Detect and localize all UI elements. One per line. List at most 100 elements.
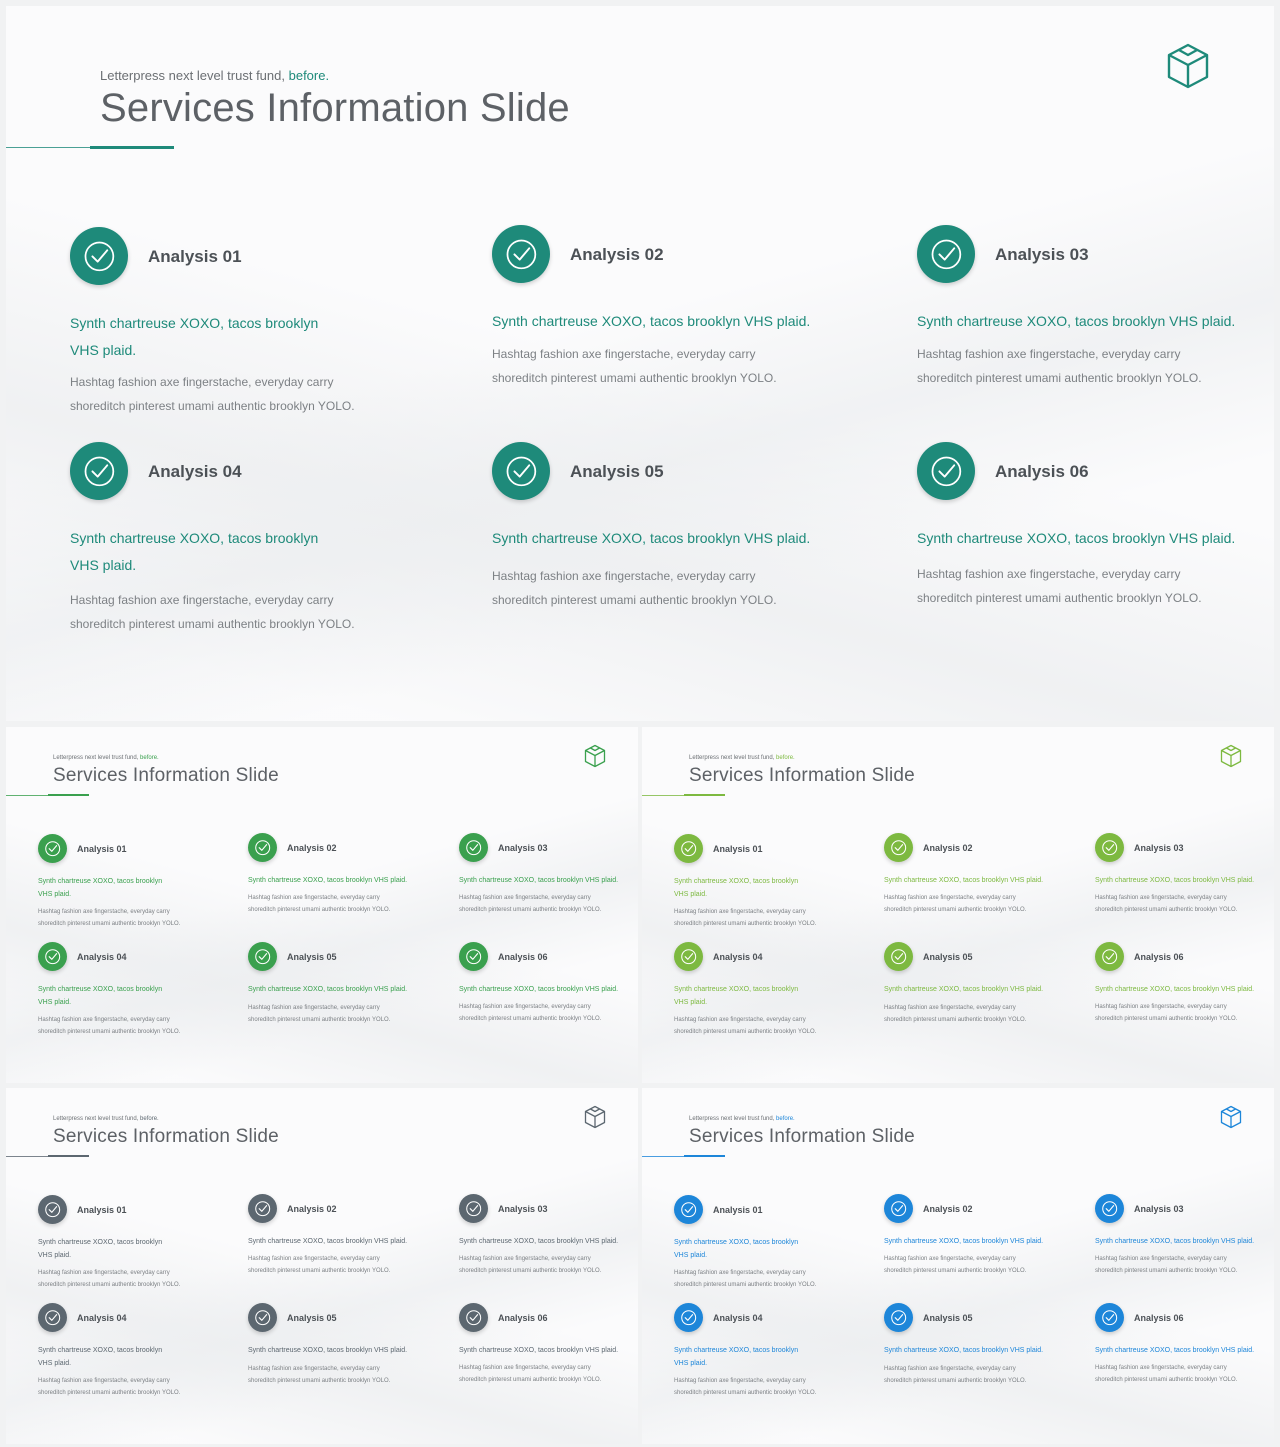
service-card-4: Analysis 04 Synth chartreuse XOXO, tacos… (38, 942, 188, 1047)
title-divider (642, 795, 684, 796)
service-card-6: Analysis 06 Synth chartreuse XOXO, tacos… (1095, 942, 1254, 1047)
service-card-4: Analysis 04 Synth chartreuse XOXO, tacos… (38, 1303, 188, 1408)
title-accent-bar (684, 1155, 725, 1157)
card-title: Analysis 02 (287, 1204, 337, 1214)
card-title: Analysis 01 (713, 1205, 763, 1215)
check-circle-icon (38, 1195, 67, 1224)
card-lead: Synth chartreuse XOXO, tacos brooklyn VH… (459, 986, 619, 993)
title-divider (6, 795, 48, 796)
card-lead: Synth chartreuse XOXO, tacos brooklyn VH… (884, 877, 1044, 884)
card-lead: Synth chartreuse XOXO, tacos brooklyn VH… (459, 1238, 619, 1245)
card-body: Hashtag fashion axe fingerstache, everyd… (459, 1256, 602, 1274)
slide-subtitle: Letterpress next level trust fund, befor… (100, 68, 330, 83)
check-circle-icon (492, 442, 550, 500)
service-card-3: Analysis 03 Synth chartreuse XOXO, tacos… (459, 1194, 618, 1299)
card-body: Hashtag fashion axe fingerstache, everyd… (459, 1004, 602, 1022)
check-circle-icon (248, 942, 277, 971)
card-body: Hashtag fashion axe fingerstache, everyd… (674, 1270, 817, 1288)
card-body: Hashtag fashion axe fingerstache, everyd… (248, 895, 391, 913)
check-circle-icon (70, 227, 128, 285)
check-circle-icon (674, 1195, 703, 1224)
card-lead: Synth chartreuse XOXO, tacos brooklyn VH… (38, 878, 163, 898)
slide-teal[interactable]: Letterpress next level trust fund, befor… (6, 6, 1274, 721)
title-accent-bar (48, 794, 89, 796)
card-title: Analysis 03 (1134, 843, 1184, 853)
check-circle-icon (917, 442, 975, 500)
slide-blue[interactable]: Letterpress next level trust fund, befor… (642, 1088, 1274, 1444)
check-circle-icon (674, 834, 703, 863)
slide-slate[interactable]: Letterpress next level trust fund, befor… (6, 1088, 638, 1444)
title-accent-bar (684, 794, 725, 796)
service-card-1: Analysis 01 Synth chartreuse XOXO, tacos… (38, 1195, 188, 1300)
card-body: Hashtag fashion axe fingerstache, everyd… (884, 1366, 1027, 1384)
card-title: Analysis 02 (287, 843, 337, 853)
service-card-2: Analysis 02 Synth chartreuse XOXO, tacos… (248, 1194, 407, 1299)
card-lead: Synth chartreuse XOXO, tacos brooklyn VH… (459, 877, 619, 884)
check-circle-icon (884, 833, 913, 862)
check-circle-icon (674, 942, 703, 971)
slide-title: Services Information Slide (689, 765, 915, 786)
check-circle-icon (459, 1303, 488, 1332)
slide-subtitle: Letterpress next level trust fund, befor… (53, 755, 159, 761)
card-body: Hashtag fashion axe fingerstache, everyd… (248, 1005, 391, 1023)
box-logo-icon (1220, 744, 1242, 768)
check-circle-icon (674, 1303, 703, 1332)
card-title: Analysis 03 (1134, 1204, 1184, 1214)
box-logo-icon (1220, 1105, 1242, 1129)
card-lead: Synth chartreuse XOXO, tacos brooklyn VH… (38, 1347, 163, 1367)
card-title: Analysis 05 (923, 952, 973, 962)
service-card-3: Analysis 03 Synth chartreuse XOXO, tacos… (917, 225, 1235, 435)
card-lead: Synth chartreuse XOXO, tacos brooklyn VH… (248, 986, 408, 993)
check-circle-icon (884, 1303, 913, 1332)
card-body: Hashtag fashion axe fingerstache, everyd… (248, 1256, 391, 1274)
check-circle-icon (1095, 942, 1124, 971)
card-body: Hashtag fashion axe fingerstache, everyd… (38, 1378, 181, 1396)
card-title: Analysis 05 (287, 1313, 337, 1323)
slide-lime[interactable]: Letterpress next level trust fund, befor… (642, 727, 1274, 1083)
card-lead: Synth chartreuse XOXO, tacos brooklyn VH… (1095, 986, 1255, 993)
check-circle-icon (248, 1194, 277, 1223)
card-title: Analysis 06 (498, 952, 548, 962)
service-card-2: Analysis 02 Synth chartreuse XOXO, tacos… (248, 833, 407, 938)
check-circle-icon (1095, 833, 1124, 862)
card-lead: Synth chartreuse XOXO, tacos brooklyn VH… (70, 315, 319, 358)
title-accent-bar (48, 1155, 89, 1157)
slide-title: Services Information Slide (53, 765, 279, 786)
card-lead: Synth chartreuse XOXO, tacos brooklyn VH… (884, 1347, 1044, 1354)
service-card-1: Analysis 01 Synth chartreuse XOXO, tacos… (674, 1195, 824, 1300)
card-body: Hashtag fashion axe fingerstache, everyd… (674, 909, 817, 927)
card-lead: Synth chartreuse XOXO, tacos brooklyn VH… (459, 1347, 619, 1354)
card-title: Analysis 04 (713, 952, 763, 962)
slide-title: Services Information Slide (689, 1126, 915, 1147)
service-card-5: Analysis 05 Synth chartreuse XOXO, tacos… (248, 942, 407, 1047)
card-title: Analysis 03 (498, 843, 548, 853)
title-accent-bar (90, 146, 174, 149)
box-logo-icon (1167, 43, 1209, 89)
card-body: Hashtag fashion axe fingerstache, everyd… (1095, 1256, 1238, 1274)
card-lead: Synth chartreuse XOXO, tacos brooklyn VH… (674, 986, 799, 1006)
card-lead: Synth chartreuse XOXO, tacos brooklyn VH… (674, 1239, 799, 1259)
service-card-4: Analysis 04 Synth chartreuse XOXO, tacos… (674, 942, 824, 1047)
service-card-6: Analysis 06 Synth chartreuse XOXO, tacos… (459, 942, 618, 1047)
slide-green[interactable]: Letterpress next level trust fund, befor… (6, 727, 638, 1083)
card-body: Hashtag fashion axe fingerstache, everyd… (70, 375, 355, 413)
card-lead: Synth chartreuse XOXO, tacos brooklyn VH… (38, 986, 163, 1006)
card-title: Analysis 01 (77, 1205, 127, 1215)
card-title: Analysis 04 (713, 1313, 763, 1323)
card-body: Hashtag fashion axe fingerstache, everyd… (248, 1366, 391, 1384)
service-card-5: Analysis 05 Synth chartreuse XOXO, tacos… (248, 1303, 407, 1408)
card-lead: Synth chartreuse XOXO, tacos brooklyn VH… (70, 530, 319, 573)
card-title: Analysis 04 (148, 462, 242, 481)
card-title: Analysis 01 (77, 844, 127, 854)
check-circle-icon (70, 442, 128, 500)
service-card-4: Analysis 04 Synth chartreuse XOXO, tacos… (674, 1303, 824, 1408)
card-body: Hashtag fashion axe fingerstache, everyd… (1095, 895, 1238, 913)
card-lead: Synth chartreuse XOXO, tacos brooklyn VH… (492, 313, 811, 329)
card-body: Hashtag fashion axe fingerstache, everyd… (70, 593, 355, 631)
service-card-3: Analysis 03 Synth chartreuse XOXO, tacos… (1095, 1194, 1254, 1299)
service-card-5: Analysis 05 Synth chartreuse XOXO, tacos… (492, 442, 810, 652)
card-body: Hashtag fashion axe fingerstache, everyd… (1095, 1004, 1238, 1022)
service-card-2: Analysis 02 Synth chartreuse XOXO, tacos… (884, 833, 1043, 938)
service-card-1: Analysis 01 Synth chartreuse XOXO, tacos… (70, 227, 370, 437)
card-body: Hashtag fashion axe fingerstache, everyd… (38, 1270, 181, 1288)
